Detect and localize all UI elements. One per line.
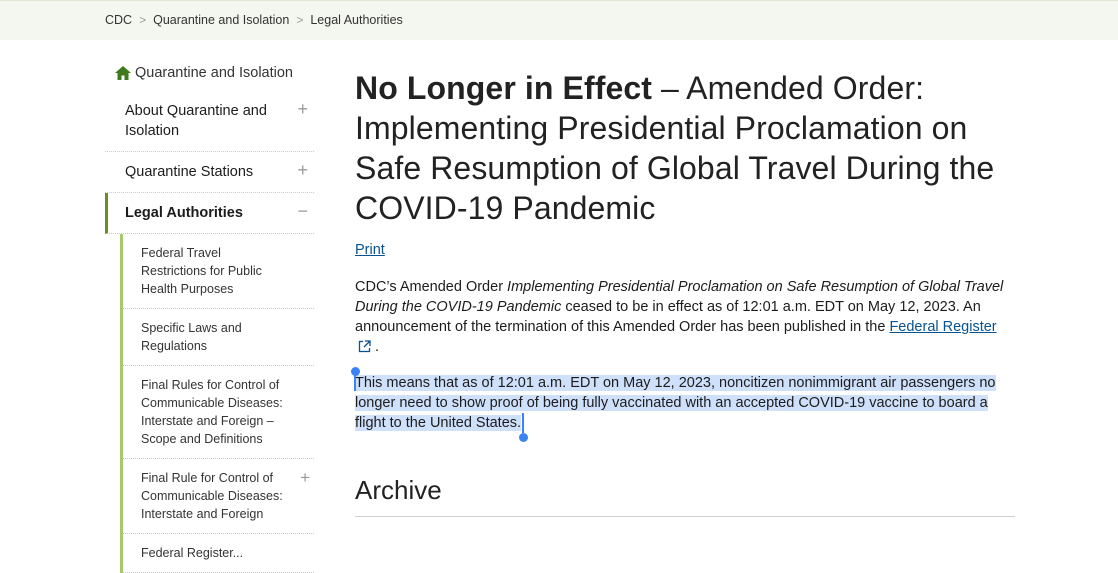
selection-end-handle[interactable]	[519, 433, 528, 442]
page-title: No Longer in Effect – Amended Order: Imp…	[355, 68, 1015, 228]
collapse-minus-icon[interactable]: −	[297, 201, 308, 221]
breadcrumb-separator: >	[139, 13, 147, 27]
sidebar-item-label: Quarantine Stations	[125, 164, 254, 180]
sidebar-home-label: Quarantine and Isolation	[135, 64, 293, 81]
selection-end-caret	[522, 413, 524, 433]
sidebar-item-about[interactable]: About Quarantine and Isolation +	[105, 91, 314, 152]
sidebar-subitem-label: Federal Travel Restrictions for Public H…	[141, 246, 262, 296]
sidebar-subitem-label: Federal Register...	[141, 546, 244, 560]
federal-register-link[interactable]: Federal Register	[889, 319, 996, 335]
breadcrumb-separator: >	[296, 13, 304, 27]
external-link-icon	[358, 340, 371, 353]
selected-text: This means that as of 12:01 a.m. EDT on …	[355, 375, 996, 431]
expand-plus-icon[interactable]: +	[300, 469, 310, 487]
sidebar-subitem-final-rules-scope[interactable]: Final Rules for Control of Communicable …	[123, 366, 314, 459]
sidebar-subitem-federal-register[interactable]: Federal Register...	[123, 534, 314, 573]
sidebar-item-legal-authorities[interactable]: Legal Authorities −	[105, 193, 314, 234]
main-content: No Longer in Effect – Amended Order: Imp…	[351, 68, 1015, 517]
archive-heading: Archive	[355, 475, 1015, 517]
home-icon	[115, 65, 131, 80]
sidebar-item-quarantine-stations[interactable]: Quarantine Stations +	[105, 152, 314, 193]
expand-plus-icon[interactable]: +	[297, 160, 308, 180]
expand-plus-icon[interactable]: +	[297, 99, 308, 119]
title-status: No Longer in Effect	[355, 70, 653, 106]
intro-period: .	[375, 339, 380, 355]
sidebar-subitem-label: Final Rule for Control of Communicable D…	[141, 471, 283, 521]
sidebar-item-label: Legal Authorities	[125, 205, 243, 221]
sidebar-home-link[interactable]: Quarantine and Isolation	[105, 60, 314, 85]
sidebar-nav: Quarantine and Isolation About Quarantin…	[105, 60, 314, 573]
sidebar-subnav: Federal Travel Restrictions for Public H…	[120, 234, 314, 573]
intro-text: CDC’s Amended Order	[355, 279, 508, 295]
sidebar-subitem-final-rule-control[interactable]: Final Rule for Control of Communicable D…	[123, 459, 314, 534]
intro-paragraph: CDC’s Amended Order Implementing Preside…	[355, 277, 1015, 357]
breadcrumb-legal-authorities[interactable]: Legal Authorities	[310, 13, 402, 27]
sidebar-subitem-federal-travel[interactable]: Federal Travel Restrictions for Public H…	[123, 234, 314, 309]
breadcrumb: CDC > Quarantine and Isolation > Legal A…	[105, 13, 403, 27]
print-link[interactable]: Print	[355, 242, 385, 258]
breadcrumb-cdc[interactable]: CDC	[105, 13, 132, 27]
breadcrumb-quarantine[interactable]: Quarantine and Isolation	[153, 13, 289, 27]
selected-paragraph: This means that as of 12:01 a.m. EDT on …	[351, 367, 1015, 442]
sidebar-subitem-label: Final Rules for Control of Communicable …	[141, 378, 283, 446]
sidebar-subitem-label: Specific Laws and Regulations	[141, 321, 242, 353]
sidebar-subitem-specific-laws[interactable]: Specific Laws and Regulations	[123, 309, 314, 366]
breadcrumb-bar: CDC > Quarantine and Isolation > Legal A…	[0, 0, 1118, 40]
selection-start-caret	[354, 371, 356, 391]
sidebar-item-label: About Quarantine and Isolation	[125, 103, 267, 139]
